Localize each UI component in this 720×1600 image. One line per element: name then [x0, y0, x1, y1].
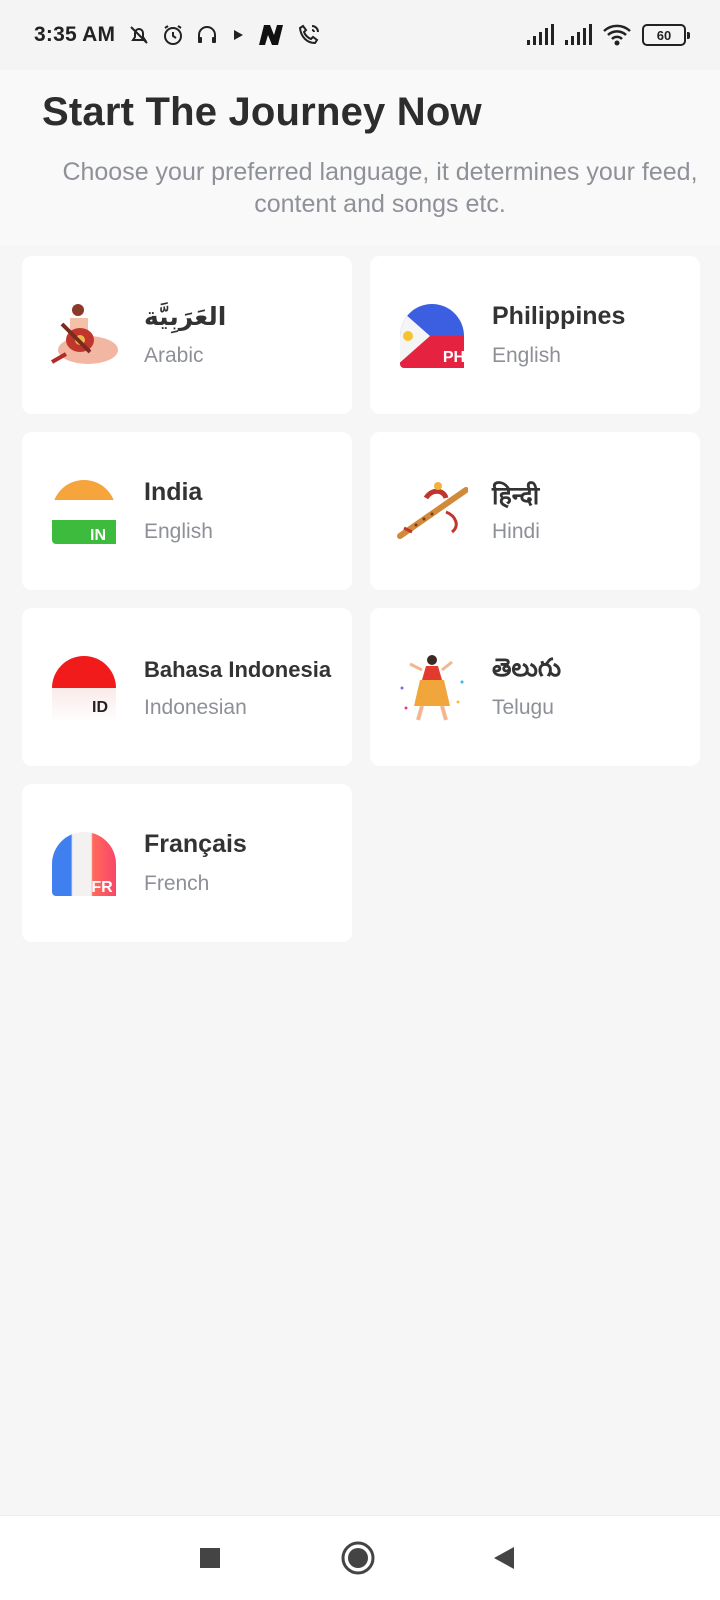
indonesia-flag-icon: ID	[52, 656, 116, 720]
language-name: العَرَبِيَّة	[144, 303, 227, 331]
wifi-call-icon	[299, 24, 320, 45]
india-flag-icon: IN	[52, 480, 116, 544]
dancer-icon	[400, 655, 464, 721]
flute-icon	[397, 482, 468, 539]
language-sub: Telugu	[492, 696, 554, 719]
france-flag-icon: FR	[52, 832, 116, 896]
back-triangle-icon	[494, 1547, 514, 1569]
language-sub: English	[144, 520, 213, 543]
back-button[interactable]	[486, 1540, 522, 1576]
flag-badge: PH	[443, 349, 465, 366]
language-card-india[interactable]: IN India English	[22, 432, 352, 590]
header: Start The Journey Now Choose your prefer…	[0, 70, 720, 246]
signal-icon	[565, 24, 592, 45]
language-sub: Indonesian	[144, 696, 247, 719]
wifi-icon	[603, 24, 631, 46]
flag-badge: ID	[92, 699, 108, 716]
philippines-flag-icon: PH	[400, 304, 465, 368]
language-card-hindi[interactable]: हिन्दी Hindi	[370, 432, 700, 590]
language-sub: Hindi	[492, 520, 540, 543]
language-name: हिन्दी	[492, 482, 540, 510]
language-sub: English	[492, 344, 561, 367]
home-button[interactable]	[340, 1540, 376, 1576]
battery-level: 60	[656, 27, 672, 43]
flag-badge: FR	[91, 879, 113, 896]
language-card-indonesia[interactable]: ID Bahasa Indonesia Indonesian	[22, 608, 352, 766]
language-name: India	[144, 478, 203, 506]
oud-player-icon	[51, 304, 118, 364]
muted-bell-icon	[130, 26, 148, 44]
headset-icon	[198, 26, 217, 43]
signal-icon	[527, 24, 554, 45]
flag-badge: IN	[90, 527, 106, 544]
battery-icon: 60	[642, 24, 690, 46]
language-card-telugu[interactable]: తెలుగు Telugu	[370, 608, 700, 766]
n-app-icon	[259, 25, 284, 45]
language-name: Français	[144, 830, 247, 858]
home-circle-icon	[341, 1541, 375, 1575]
language-card-arabic[interactable]: العَرَبِيَّة Arabic	[22, 256, 352, 414]
status-icons-left	[127, 23, 321, 47]
language-name: Philippines	[492, 302, 626, 330]
language-card-philippines[interactable]: PH Philippines English	[370, 256, 700, 414]
status-bar: 3:35 AM 60	[0, 0, 720, 70]
alarm-icon	[164, 25, 183, 45]
language-sub: French	[144, 872, 210, 895]
language-name: Bahasa Indonesia	[144, 657, 332, 682]
play-icon	[234, 30, 244, 40]
recents-square-icon	[200, 1548, 220, 1568]
page-subtitle: Choose your preferred language, it deter…	[62, 158, 698, 218]
language-name: తెలుగు	[492, 654, 562, 682]
status-icons-right: 60	[526, 23, 690, 47]
navigation-bar	[0, 1515, 720, 1600]
language-sub: Arabic	[144, 344, 204, 367]
language-card-french[interactable]: FR Français French	[22, 784, 352, 942]
status-time: 3:35 AM	[34, 23, 116, 46]
page-title: Start The Journey Now	[42, 90, 482, 134]
recents-button[interactable]	[192, 1540, 228, 1576]
